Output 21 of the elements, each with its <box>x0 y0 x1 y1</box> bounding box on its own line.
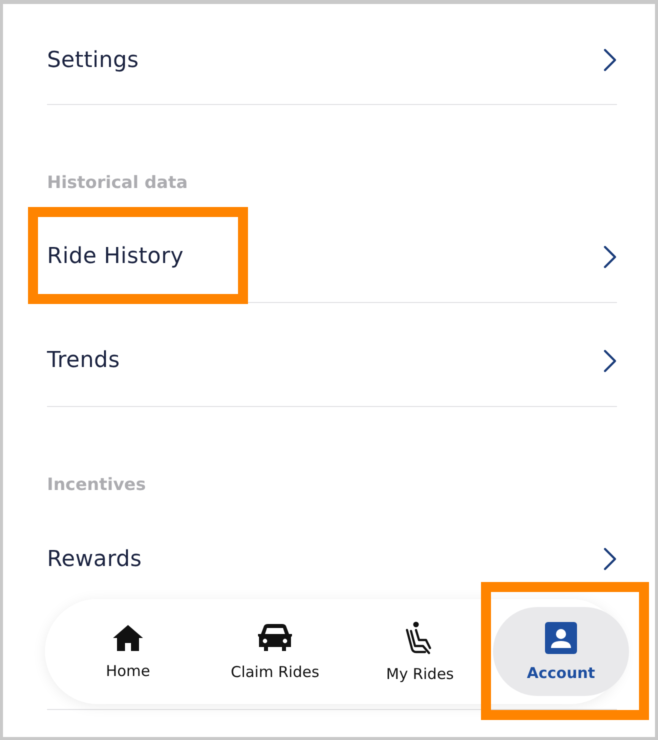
section-heading: Incentives <box>47 475 146 495</box>
chevron-right-icon <box>603 48 617 72</box>
menu-item[interactable]: Ride History <box>47 199 617 303</box>
menu-item-label: Trends <box>47 348 120 373</box>
chevron-right-icon <box>603 348 617 372</box>
chevron-right-icon <box>603 547 617 571</box>
nav-tab[interactable]: Claim Rides <box>203 607 347 696</box>
home-icon <box>112 624 144 652</box>
menu-item[interactable]: Trends <box>47 303 617 407</box>
chevron-right-icon <box>603 244 617 268</box>
section-heading: Historical data <box>47 173 188 193</box>
menu-item[interactable]: Rewards <box>47 501 617 593</box>
nav-tab[interactable]: Home <box>53 607 203 696</box>
nav-tab[interactable]: Account <box>493 607 629 696</box>
car-icon <box>256 622 294 652</box>
nav-tab[interactable]: My Rides <box>347 607 493 696</box>
menu-item-label: Ride History <box>47 244 184 269</box>
menu-item-label: Rewards <box>47 546 142 572</box>
account-icon <box>545 622 577 654</box>
menu-item[interactable]: Settings <box>47 4 617 105</box>
menu-item-label: Settings <box>47 48 139 72</box>
